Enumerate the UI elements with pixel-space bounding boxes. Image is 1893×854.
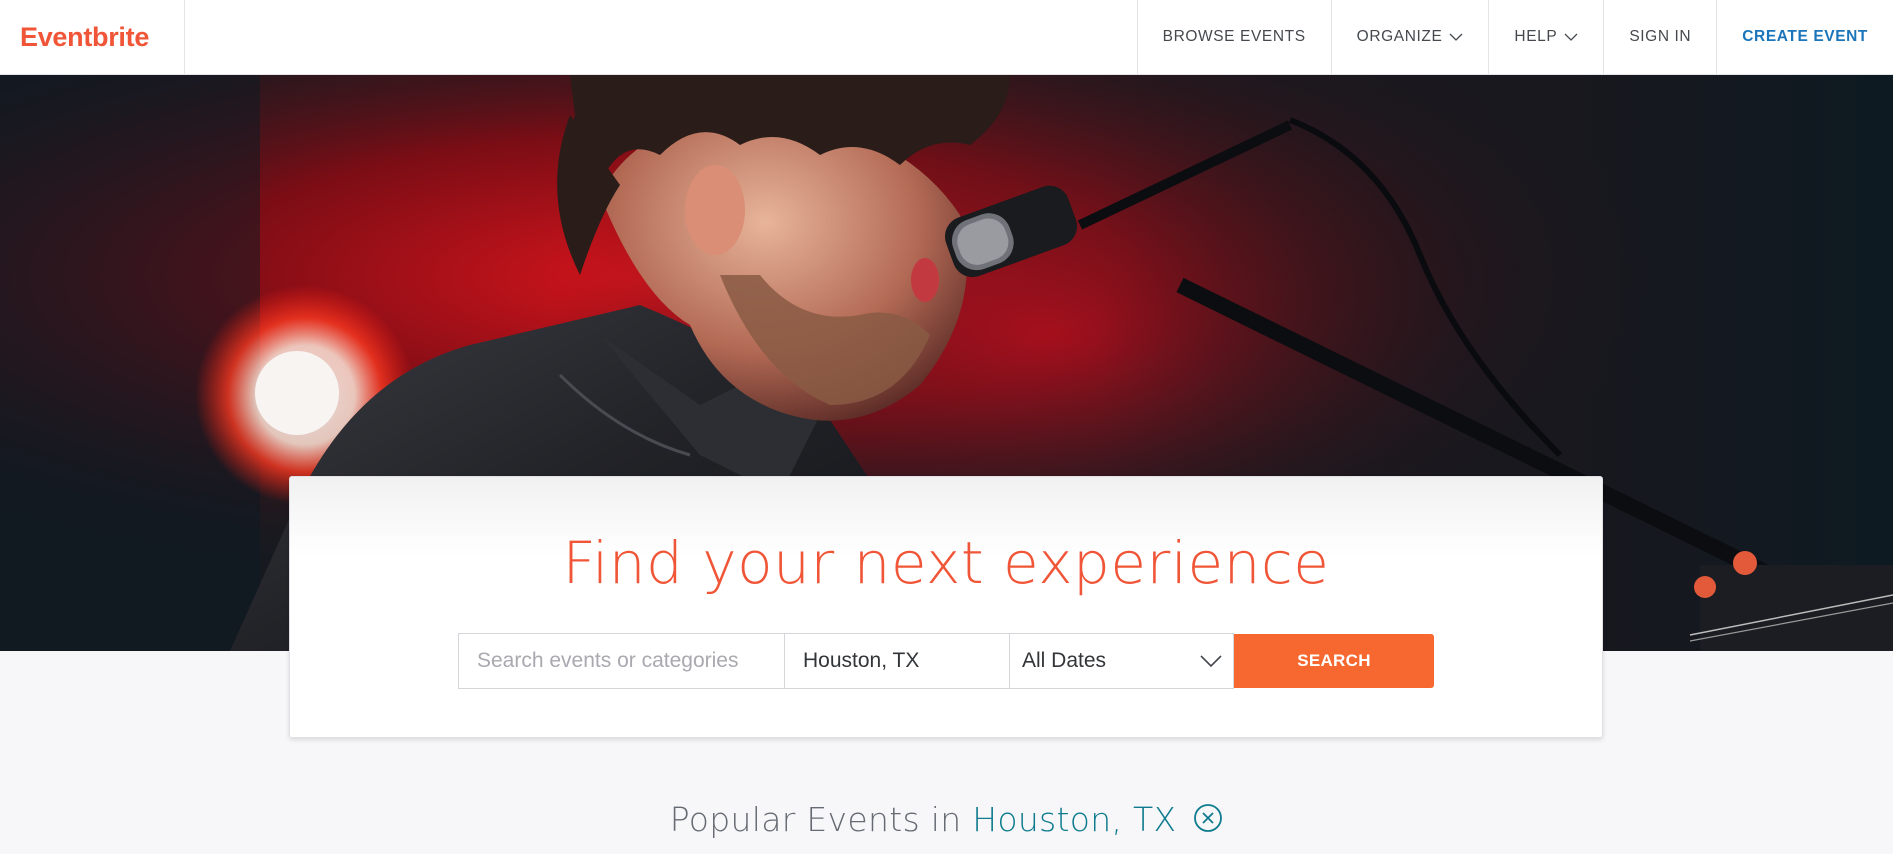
search-button[interactable]: SEARCH	[1234, 634, 1434, 688]
popular-city-link[interactable]: Houston, TX	[972, 800, 1176, 839]
eventbrite-logo[interactable]: Eventbrite	[20, 22, 149, 53]
chevron-down-icon	[1449, 33, 1463, 41]
logo-container: Eventbrite	[0, 0, 185, 74]
date-filter-value: All Dates	[1022, 649, 1107, 672]
top-navigation-bar: Eventbrite BROWSE EVENTS ORGANIZE HELP S…	[0, 0, 1893, 75]
nav-organize[interactable]: ORGANIZE	[1330, 0, 1489, 74]
nav-sign-in-label: SIGN IN	[1629, 28, 1692, 45]
search-form: All Dates SEARCH	[458, 633, 1434, 689]
keyword-search-input[interactable]	[475, 648, 784, 674]
popular-events-heading: Popular Events in Houston, TX	[0, 800, 1893, 839]
nav-organize-label: ORGANIZE	[1356, 28, 1443, 45]
nav-create-event[interactable]: CREATE EVENT	[1716, 0, 1893, 74]
chevron-down-icon	[1200, 655, 1222, 668]
keyword-field[interactable]	[458, 633, 785, 689]
main-nav: BROWSE EVENTS ORGANIZE HELP SIGN IN CREA…	[1136, 0, 1893, 74]
nav-help-label: HELP	[1514, 28, 1558, 45]
search-panel: Find your next experience All Dates SEAR…	[289, 476, 1603, 738]
location-field[interactable]	[784, 633, 1010, 689]
nav-browse-events[interactable]: BROWSE EVENTS	[1136, 0, 1331, 74]
clear-location-icon[interactable]	[1193, 803, 1223, 833]
nav-help[interactable]: HELP	[1488, 0, 1603, 74]
popular-events-prefix: Popular Events in	[669, 800, 962, 839]
nav-create-event-label: CREATE EVENT	[1742, 28, 1868, 45]
nav-sign-in[interactable]: SIGN IN	[1603, 0, 1716, 74]
date-filter-select[interactable]: All Dates	[1009, 633, 1234, 689]
hero-headline: Find your next experience	[562, 529, 1330, 597]
nav-browse-events-label: BROWSE EVENTS	[1162, 28, 1306, 45]
location-input[interactable]	[801, 648, 1009, 674]
chevron-down-icon	[1564, 33, 1578, 41]
